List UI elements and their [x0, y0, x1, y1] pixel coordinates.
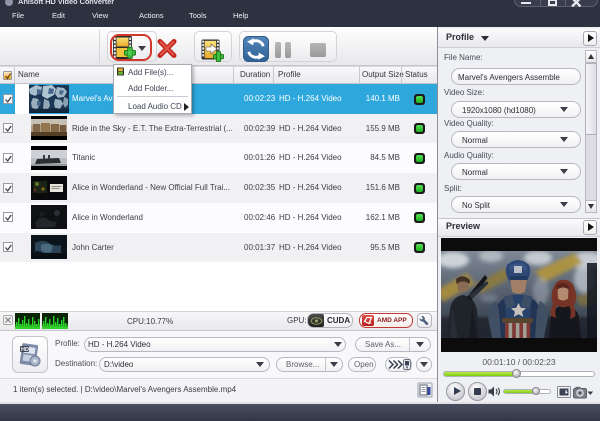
- svg-text:HD: HD: [21, 347, 29, 353]
